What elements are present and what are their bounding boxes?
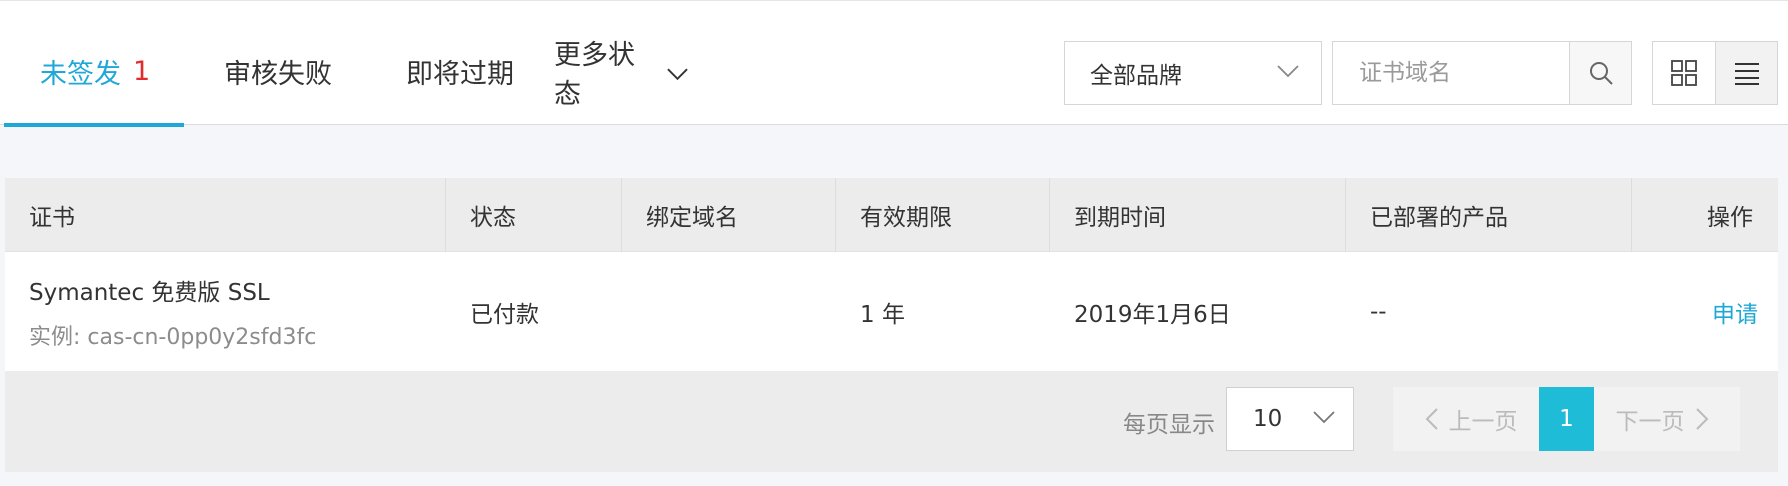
chevron-right-icon <box>1695 408 1708 430</box>
tab-review-failed[interactable]: 审核失败 <box>184 17 370 126</box>
cell-certificate: Symantec 免费版 SSL 实例: cas-cn-0pp0y2sfd3fc <box>5 252 446 371</box>
pager: 上一页 1 下一页 <box>1393 387 1740 451</box>
chevron-left-icon <box>1425 408 1438 430</box>
search-icon <box>1589 62 1613 85</box>
domain-search <box>1332 41 1632 105</box>
column-header-expire: 到期时间 <box>1050 178 1346 252</box>
list-view-button[interactable] <box>1715 42 1777 104</box>
per-page-label: 每页显示 <box>1123 411 1215 438</box>
search-button[interactable] <box>1569 42 1631 104</box>
tab-unissued[interactable]: 未签发 1 <box>4 17 184 127</box>
cell-domain <box>622 252 836 371</box>
apply-link[interactable]: 申请 <box>1712 295 1758 329</box>
per-page-select[interactable]: 10 <box>1226 387 1354 451</box>
cell-status: 已付款 <box>470 301 539 328</box>
tab-review-failed-label: 审核失败 <box>224 59 332 90</box>
top-toolbar: 未签发 1 审核失败 即将过期 更多状态 全部品牌 <box>0 0 1788 127</box>
table-row: Symantec 免费版 SSL 实例: cas-cn-0pp0y2sfd3fc… <box>5 252 1778 371</box>
certificate-instance: 实例: cas-cn-0pp0y2sfd3fc <box>29 324 317 350</box>
grid-view-button[interactable] <box>1653 42 1715 104</box>
tab-more-status-label: 更多状态 <box>554 39 635 110</box>
per-page-value: 10 <box>1253 406 1283 432</box>
search-input[interactable] <box>1333 42 1569 104</box>
tab-expiring-soon-label: 即将过期 <box>406 59 514 90</box>
table-header: 证书 状态 绑定域名 有效期限 到期时间 已部署的产品 操作 <box>5 178 1778 252</box>
certificate-table: 证书 状态 绑定域名 有效期限 到期时间 已部署的产品 操作 Symantec … <box>5 178 1778 472</box>
tab-more-status[interactable]: 更多状态 <box>518 17 688 126</box>
brand-select[interactable]: 全部品牌 <box>1064 41 1322 105</box>
column-header-certificate: 证书 <box>5 178 446 252</box>
grid-view-icon <box>1671 60 1697 86</box>
next-page-button[interactable]: 下一页 <box>1594 387 1740 451</box>
tab-unissued-count: 1 <box>133 56 151 87</box>
column-header-deployed: 已部署的产品 <box>1346 178 1632 252</box>
page-button-current[interactable]: 1 <box>1539 387 1594 451</box>
cell-deployed: -- <box>1370 298 1387 325</box>
certificate-name: Symantec 免费版 SSL <box>29 279 270 306</box>
column-header-domain: 绑定域名 <box>622 178 836 252</box>
chevron-down-icon <box>1277 65 1299 78</box>
tab-expiring-soon[interactable]: 即将过期 <box>370 17 518 126</box>
cell-validity: 1 年 <box>860 301 905 328</box>
list-view-icon <box>1734 63 1759 85</box>
table-body: Symantec 免费版 SSL 实例: cas-cn-0pp0y2sfd3fc… <box>5 252 1778 371</box>
chevron-down-icon <box>1313 411 1335 424</box>
status-tabs: 未签发 1 审核失败 即将过期 更多状态 <box>4 17 688 127</box>
view-toggle <box>1652 41 1778 105</box>
chevron-down-icon <box>667 68 688 80</box>
column-header-status: 状态 <box>446 178 622 252</box>
cell-expire: 2019年1月6日 <box>1074 301 1231 328</box>
pagination-bar: 每页显示 10 上一页 1 下一页 <box>5 371 1778 472</box>
brand-select-value: 全部品牌 <box>1090 63 1182 89</box>
cell-action: 申请 <box>1632 252 1778 371</box>
column-header-action: 操作 <box>1707 205 1753 231</box>
prev-page-button[interactable]: 上一页 <box>1393 387 1539 451</box>
next-page-label: 下一页 <box>1615 409 1685 435</box>
tab-unissued-label: 未签发 <box>40 59 121 90</box>
column-header-validity: 有效期限 <box>836 178 1050 252</box>
prev-page-label: 上一页 <box>1448 409 1518 435</box>
